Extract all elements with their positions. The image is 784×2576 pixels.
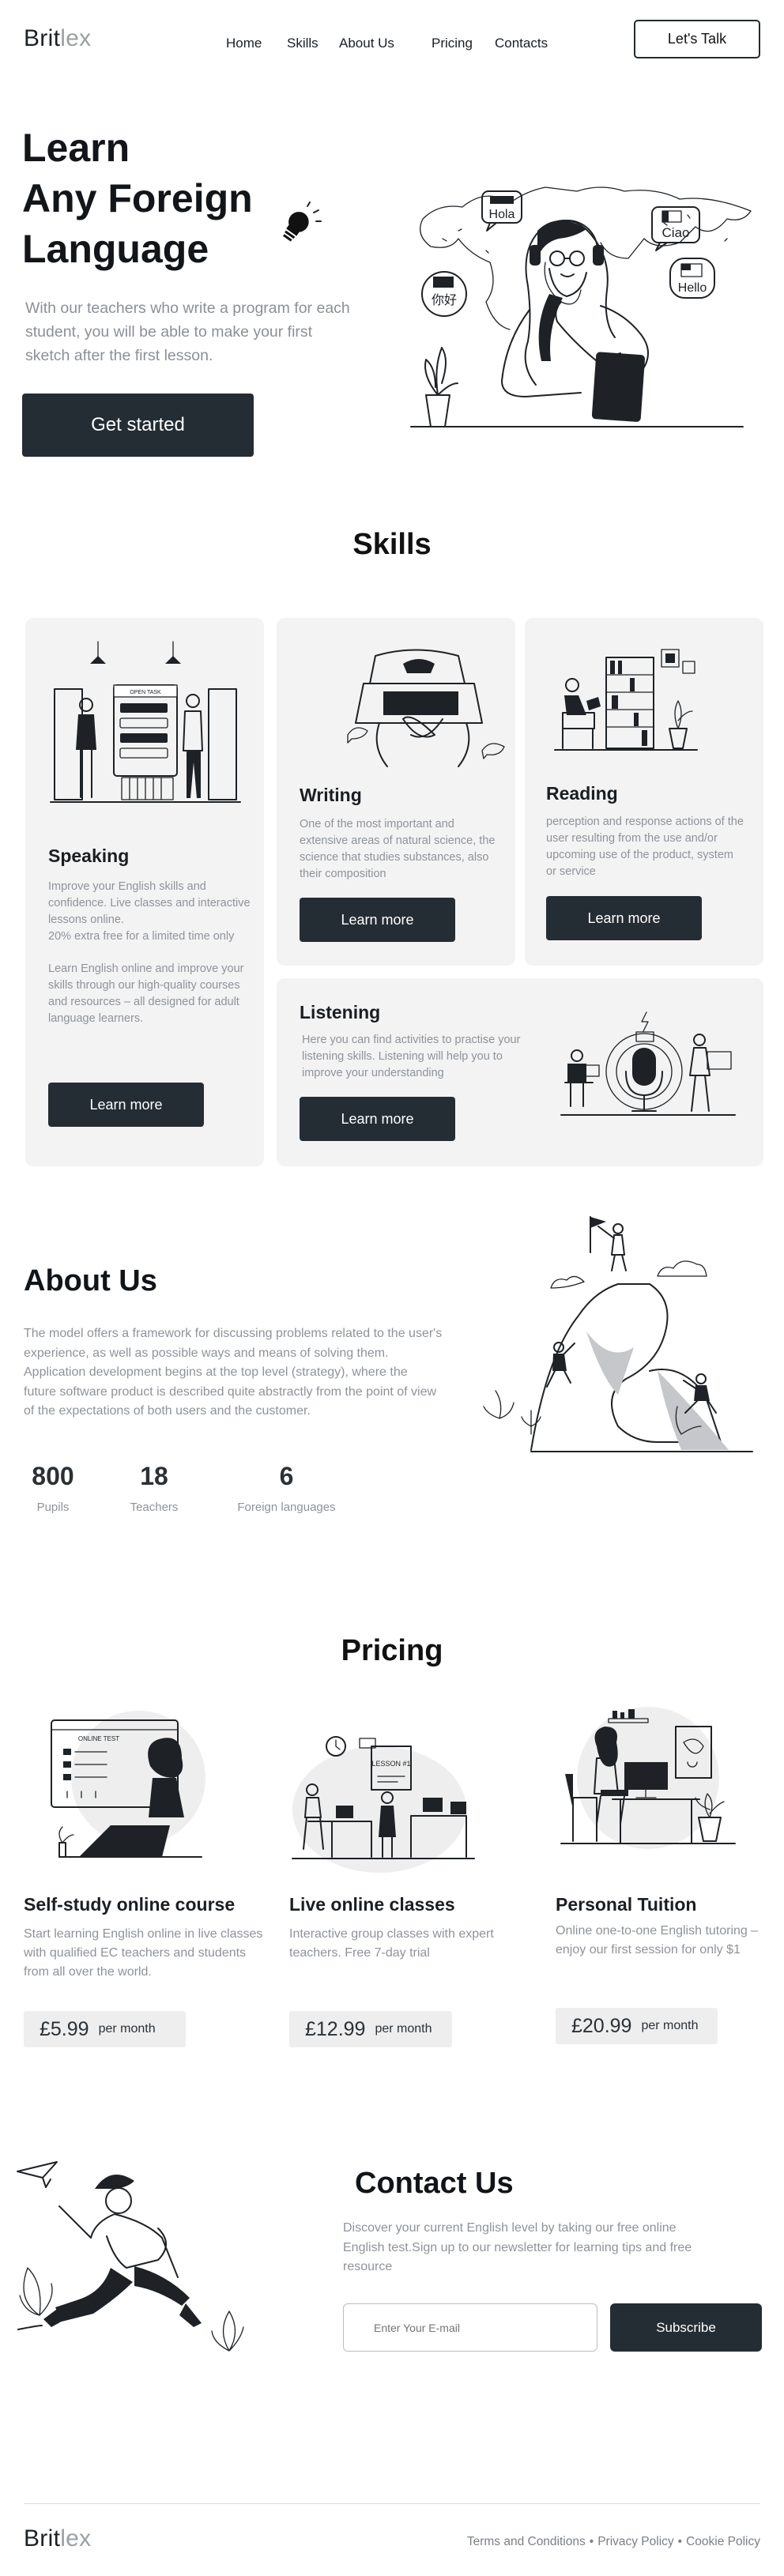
footer-logo[interactable]: Britlex [24,2525,91,2552]
reading-text: perception and response actions of the u… [546,815,744,878]
about-text: The model offers a framework for discuss… [24,1327,443,1418]
footer-links: Terms and Conditions • Privacy Policy • … [467,2535,760,2549]
bubble-ciao: Ciao [662,225,690,240]
writing-learn-more-button[interactable]: Learn more [300,898,455,942]
reading-learn-more-button[interactable]: Learn more [546,896,702,940]
plan-personal-tuition-price: £20.99 per month [556,2008,718,2044]
plan-personal-tuition-amount: £20.99 [571,2014,632,2037]
bubble-hola: Hola [489,208,515,221]
nav-about-us[interactable]: About Us [339,36,394,51]
listening-title: Listening [300,1002,381,1022]
nav-home[interactable]: Home [226,36,262,51]
speaking-card: OPEN TASK Speaking Improve your English … [25,618,264,1166]
speaking-learn-more-button[interactable]: Learn more [48,1083,204,1127]
reading-card: Reading perception and response actions … [525,618,763,966]
plan-personal-tuition-title: Personal Tuition [556,1894,697,1915]
email-input[interactable] [343,2303,597,2352]
writing-card: Writing One of the most important and ex… [277,618,515,966]
self-study-illustration: ONLINE TEST [51,1711,205,1858]
stat-pupils-label: Pupils [36,1501,70,1514]
lets-talk-button[interactable]: Let's Talk [634,20,760,58]
stat-languages-label: Foreign languages [237,1501,336,1514]
contact-text: Discover your current English level by t… [343,2221,692,2273]
plan-live-classes-period: per month [375,2022,432,2036]
footer-logo-part2: lex [60,2525,92,2552]
nav-contacts[interactable]: Contacts [495,36,548,51]
stat-teachers-label: Teachers [130,1501,179,1514]
footer-logo-part1: Brit [24,2525,61,2552]
lightbulb-icon [283,201,322,242]
brand-logo-part2: lex [60,25,92,51]
stat-pupils-value: 800 [32,1462,74,1490]
plan-personal-tuition-period: per month [641,2019,699,2032]
speaking-text4: skills through our high-quality courses … [48,979,240,1025]
about-stat-languages: 6 Foreign languages [225,1462,348,1514]
subscribe-button[interactable]: Subscribe [610,2303,762,2352]
listening-learn-more-button[interactable]: Learn more [300,1097,455,1141]
listening-text: Here you can find activities to practise… [302,1034,521,1079]
bubble-nihao: 你好 [432,292,457,307]
nav-skills[interactable]: Skills [287,36,318,51]
live-classes-board-text: LESSON #1 [371,1760,410,1768]
plan-self-study-period: per month [98,2022,156,2036]
plan-live-classes-price: £12.99 per month [289,2011,452,2047]
footer-cookie-link[interactable]: Cookie Policy [686,2535,760,2549]
speaking-illustration: OPEN TASK [50,641,241,803]
stat-languages-value: 6 [279,1462,294,1490]
speaking-text2: 20% extra free for a limited time only [48,930,235,943]
about-title: About Us [24,1264,157,1297]
plan-live-classes-amount: £12.99 [305,2017,366,2040]
hero-description: With our teachers who write a program fo… [25,299,350,364]
footer-terms-link[interactable]: Terms and Conditions [467,2535,586,2549]
plan-self-study-title: Self-study online course [24,1894,236,1915]
plan-self-study-amount: £5.99 [40,2017,89,2040]
writing-illustration [347,649,505,767]
speaking-screen-text: OPEN TASK [130,690,161,695]
hero-title-line1: Learn [22,126,130,170]
about-stat-pupils: 800 Pupils [25,1462,81,1514]
self-study-screen-text: ONLINE TEST [78,1735,119,1742]
get-started-button[interactable]: Get started [22,394,254,457]
stat-teachers-value: 18 [140,1462,168,1490]
hero-title: Learn Any Foreign Language [22,122,322,274]
personal-tuition-illustration [560,1707,736,1849]
brand-logo[interactable]: Britlex [24,25,91,52]
writing-text: One of the most important and extensive … [300,818,496,880]
hero-illustration: Hola Ciao 你好 Hello [410,186,752,427]
plan-self-study-text: Start learning English online in live cl… [24,1927,263,1979]
footer-divider [24,2503,760,2504]
footer-separator: • [677,2535,683,2548]
about-illustration [483,1216,753,1452]
about-stat-teachers: 18 Teachers [122,1462,186,1514]
speaking-title: Speaking [48,845,130,866]
live-classes-illustration: LESSON #1 [292,1736,475,1873]
bubble-hello: Hello [678,281,707,295]
pricing-title: Pricing [341,1634,443,1667]
footer-separator: • [589,2535,594,2548]
contact-illustration [17,2161,244,2352]
plan-live-classes-title: Live online classes [289,1894,455,1915]
nav-pricing[interactable]: Pricing [432,36,473,51]
reading-title: Reading [546,783,618,804]
plan-personal-tuition-text: Online one-to-one English tutoring – enj… [556,1924,759,1956]
contact-title: Contact Us [355,2167,514,2200]
reading-illustration [554,649,698,751]
listening-illustration [560,1011,736,1116]
speaking-text1: Improve your English skills and confiden… [48,880,251,926]
footer-privacy-link[interactable]: Privacy Policy [597,2535,673,2549]
writing-title: Writing [300,785,362,805]
brand-logo-part1: Brit [24,25,61,51]
speaking-text: Improve your English skills and confiden… [48,879,255,1027]
skills-title: Skills [352,528,432,561]
plan-self-study-price: £5.99 per month [24,2011,186,2047]
listening-card: Listening Here you can find activities t… [277,978,763,1166]
speaking-text3: Learn English online and improve your [48,962,244,975]
plan-live-classes-text: Interactive group classes with expert te… [289,1927,494,1960]
